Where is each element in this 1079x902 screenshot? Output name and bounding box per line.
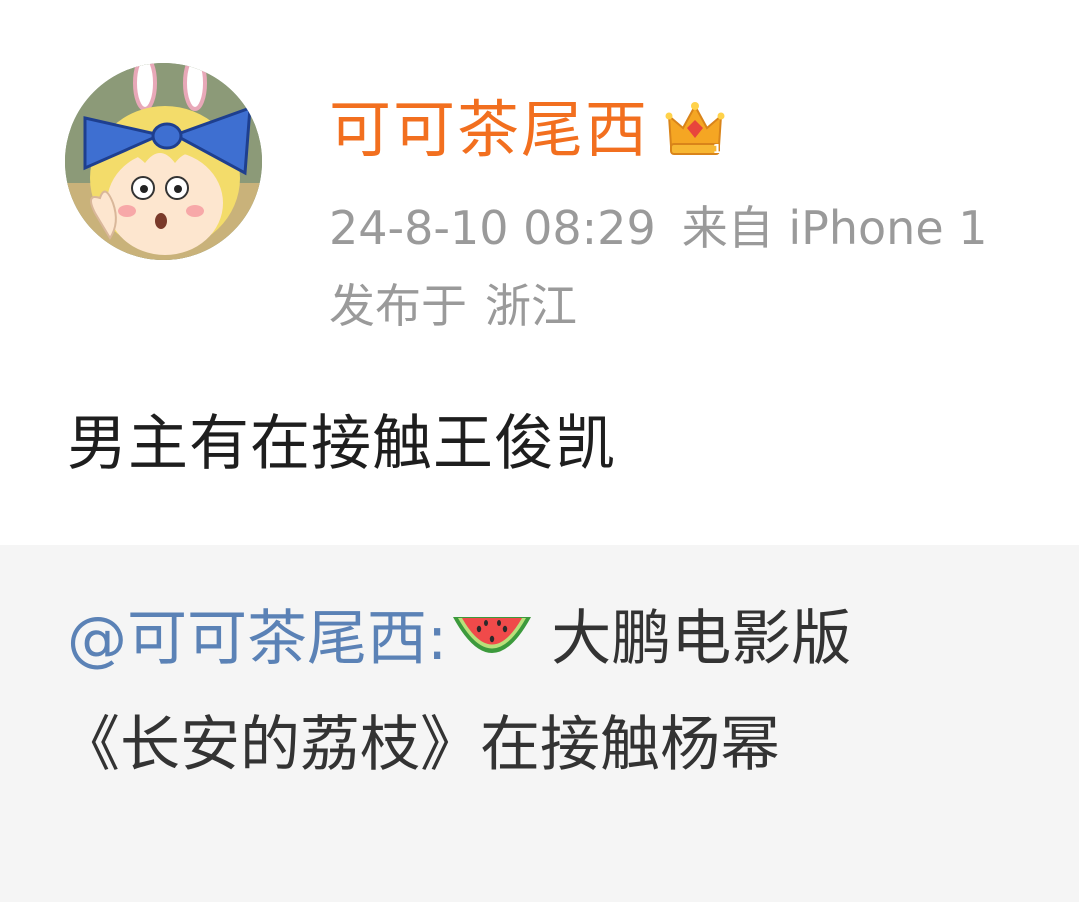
repost-text-part1: 大鹏电影版 xyxy=(551,604,852,674)
repost-line-1: @可可茶尾西: 大鹏电影版 xyxy=(67,597,851,681)
watermelon-icon xyxy=(453,617,532,653)
post-text: 男主有在接触王俊凯 xyxy=(67,409,616,479)
repost-text-part2: 《长安的荔枝》在接触杨幂 xyxy=(60,710,780,780)
username[interactable]: 可可茶尾西 xyxy=(329,88,649,172)
avatar[interactable] xyxy=(65,63,262,260)
repost-block[interactable]: @可可茶尾西: 大鹏电影版 《长安的荔枝》在接触杨幂 xyxy=(0,545,1079,902)
location-label: 发布于 xyxy=(329,279,467,333)
post-location-row: 发布于 浙江 xyxy=(329,274,577,338)
post-location: 浙江 xyxy=(485,279,577,333)
weibo-post: 可可茶尾西 1 24-8-10 08:29 来自 iPhone 1 发布于 浙江 男… xyxy=(0,0,1079,902)
repost-user-mention[interactable]: @可可茶尾西: xyxy=(67,597,447,681)
post-meta: 24-8-10 08:29 来自 iPhone 1 xyxy=(329,196,988,260)
crown-icon: 1 xyxy=(665,102,725,156)
svg-text:1: 1 xyxy=(713,142,721,156)
username-row: 可可茶尾西 1 xyxy=(329,88,727,172)
post-header: 可可茶尾西 1 24-8-10 08:29 来自 iPhone 1 发布于 浙江 男… xyxy=(0,0,1079,545)
post-timestamp: 24-8-10 08:29 xyxy=(329,201,656,255)
post-source: 来自 iPhone 1 xyxy=(681,201,988,255)
